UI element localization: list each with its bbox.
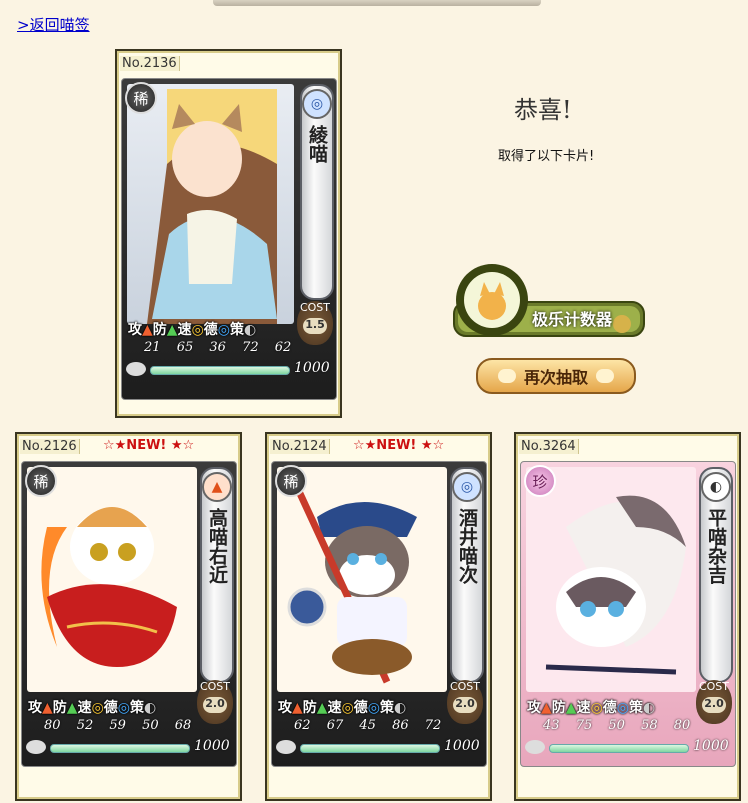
got-cards-text: 取得了以下卡片! [498,149,595,164]
rarity-badge: 稀 [25,465,57,497]
exp-value: 1000 [693,738,729,754]
water-icon: ◎ [302,89,332,119]
card-face[interactable]: 稀 ◎ 綾喵 攻▲防▲速◎德◎策◐ 21 65 36 72 62 COST 1.5… [121,78,337,400]
type-icon [525,740,545,754]
card-art [277,467,447,692]
card-number: No.3264 [519,439,579,454]
stat-labels: 攻▲防▲速◎德◎策◐ [28,700,157,716]
stat-labels: 攻▲防▲速◎德◎策◐ [128,322,257,338]
water-icon: ◎ [452,472,482,502]
exp-value: 1000 [294,360,330,376]
name-plate: ◐ 平喵杂吉 [699,467,733,683]
fire-icon: ▲ [202,472,232,502]
card-number: No.2126 [20,439,80,454]
stat-labels: 攻▲防▲速◎德◎策◐ [278,700,407,716]
name-plate: ◎ 酒井喵次 [450,467,484,683]
card-frame-1[interactable]: No.2126 ☆★NEW! ★☆ 稀 ▲ 高喵右近 攻▲防▲速◎德◎策◐ 80… [15,432,242,801]
paw-icon [596,369,614,383]
counter-button[interactable]: 极乐计数器 [452,262,648,342]
type-icon [26,740,46,754]
card-frame-0[interactable]: No.2136 稀 ◎ 綾喵 攻▲防▲速◎德◎策◐ 21 65 36 72 62 [115,49,342,418]
card-art [526,467,696,692]
new-tag: ☆★NEW! ★☆ [103,438,195,453]
stat-values: 21 65 36 72 62 [144,340,292,355]
card-art [27,467,197,692]
card-name: 酒井喵次 [456,508,478,584]
card-face[interactable]: 稀 ▲ 高喵右近 攻▲防▲速◎德◎策◐ 80 52 59 50 68 COST 2… [21,461,237,767]
rarity-badge: 稀 [275,465,307,497]
rarity-badge: 珍 [524,465,556,497]
type-icon [126,362,146,376]
redraw-label: 再次抽取 [523,368,588,387]
card-number: No.2136 [120,56,180,71]
top-scrollbar [213,0,541,6]
card-number: No.2124 [270,439,330,454]
stat-values: 80 52 59 50 68 [44,718,192,733]
card-frame-2[interactable]: No.2124 ☆★NEW! ★☆ 稀 ◎ 酒井喵次 攻▲防▲速◎德◎策◐ 62… [265,432,492,801]
card-name: 平喵杂吉 [705,508,727,584]
counter-label: 极乐计数器 [532,310,613,329]
cost-badge: COST 2.0 [197,680,233,724]
cost-badge: COST 1.5 [297,301,333,345]
stat-values: 43 75 50 58 80 [543,718,691,733]
exp-value: 1000 [194,738,230,754]
cost-badge: COST 2.0 [447,680,483,724]
congrats-title: 恭喜! [514,96,572,124]
card-frame-3[interactable]: No.3264 珍 ◐ 平喵杂吉 攻▲防▲速◎德◎策◐ 43 75 50 58 … [514,432,741,801]
back-link[interactable]: >返回喵签 [17,14,90,35]
stat-values: 62 67 45 86 72 [294,718,442,733]
cost-badge: COST 2.0 [696,680,732,724]
exp-bar [300,744,440,753]
card-art [127,84,294,324]
stat-labels: 攻▲防▲速◎德◎策◐ [527,700,656,716]
redraw-button[interactable]: 再次抽取 [476,358,636,394]
card-name: 高喵右近 [206,508,228,584]
exp-bar [50,744,190,753]
card-face[interactable]: 稀 ◎ 酒井喵次 攻▲防▲速◎德◎策◐ 62 67 45 86 72 COST 2… [271,461,487,767]
name-plate: ▲ 高喵右近 [200,467,234,683]
exp-value: 1000 [444,738,480,754]
rarity-badge: 稀 [125,82,157,114]
moon-icon: ◐ [701,472,731,502]
new-tag: ☆★NEW! ★☆ [353,438,445,453]
paw-icon [497,369,516,383]
name-plate: ◎ 綾喵 [300,84,334,300]
card-name: 綾喵 [306,125,328,163]
type-icon [276,740,296,754]
card-face[interactable]: 珍 ◐ 平喵杂吉 攻▲防▲速◎德◎策◐ 43 75 50 58 80 COST 2… [520,461,736,767]
exp-bar [150,366,290,375]
exp-bar [549,744,689,753]
